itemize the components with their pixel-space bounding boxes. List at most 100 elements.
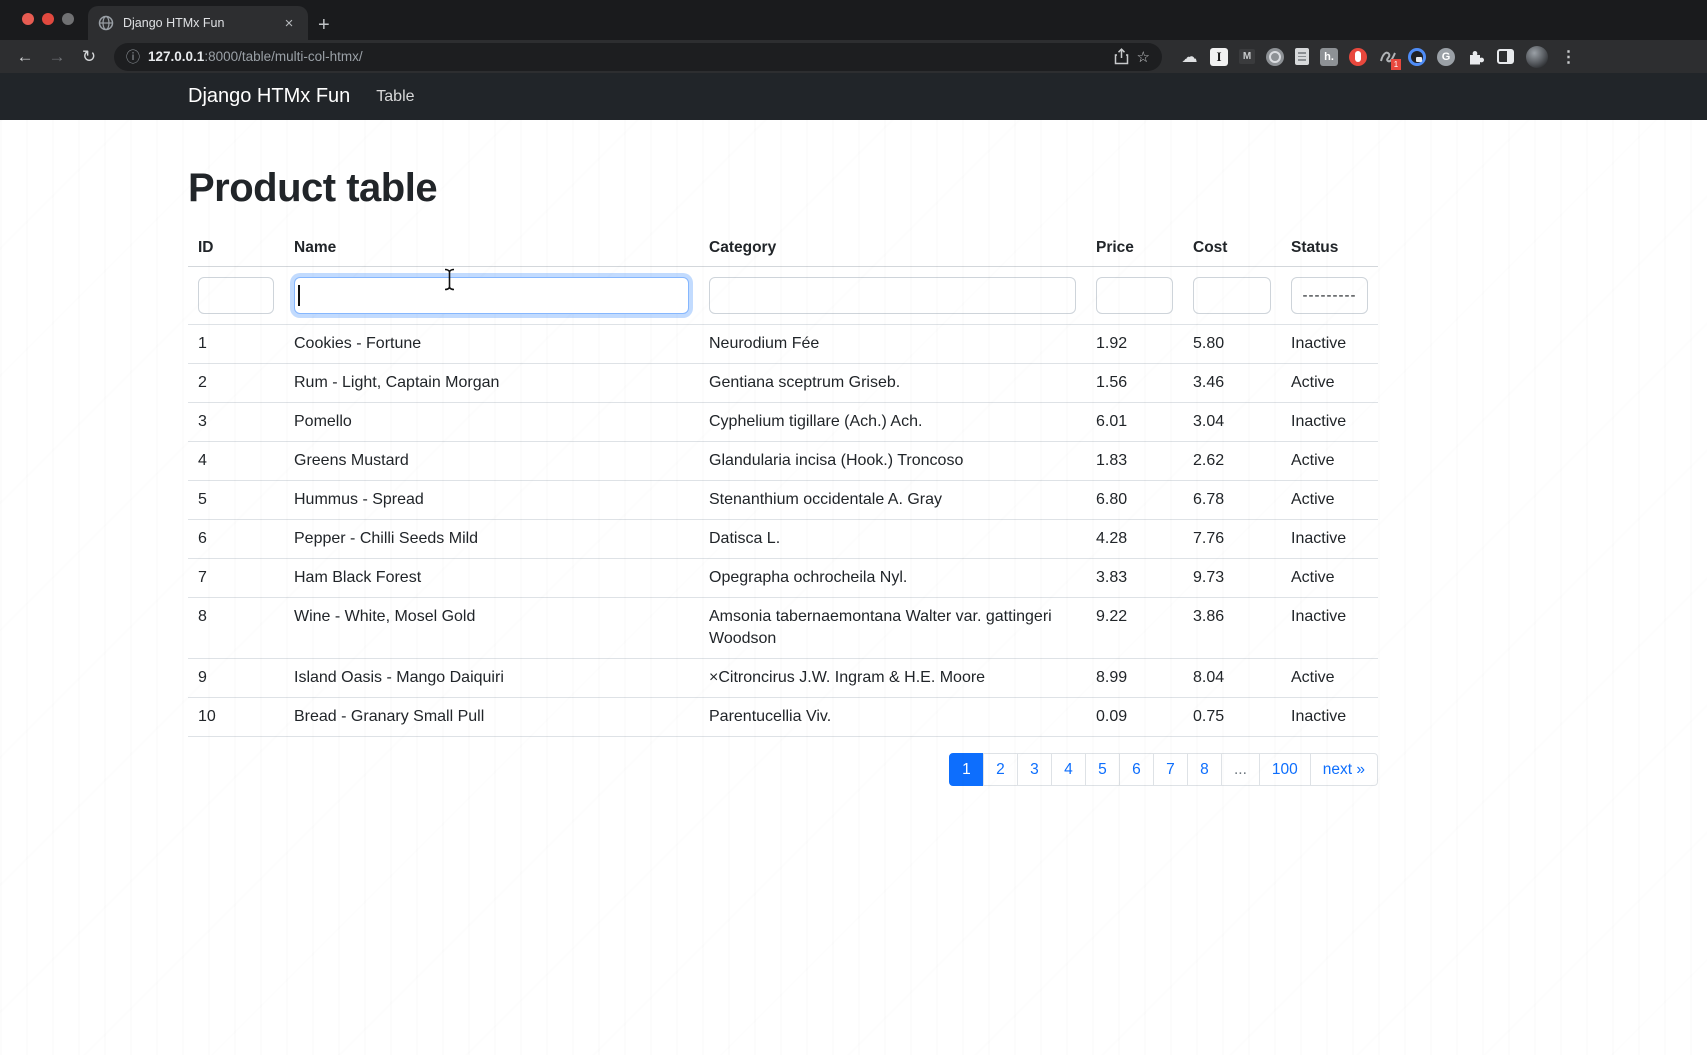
table-row: 4 Greens Mustard Glandularia incisa (Hoo…	[188, 441, 1378, 481]
document-extension-icon[interactable]	[1295, 48, 1309, 65]
table-row: 7 Ham Black Forest Opegrapha ochrocheila…	[188, 558, 1378, 598]
cell-name: Bread - Granary Small Pull	[284, 697, 699, 737]
cell-cost: 0.75	[1183, 697, 1281, 737]
cell-category: Opegrapha ochrocheila Nyl.	[699, 558, 1086, 598]
window-controls[interactable]	[22, 13, 74, 25]
tab-title: Django HTMx Fun	[123, 16, 225, 30]
page-ellipsis: ...	[1220, 753, 1260, 786]
extensions-puzzle-icon[interactable]	[1466, 47, 1485, 66]
window-close-button[interactable]	[22, 13, 34, 25]
column-header-price: Price	[1086, 233, 1183, 267]
cell-id: 8	[188, 597, 284, 659]
cell-category: Neurodium Fée	[699, 324, 1086, 364]
cell-id: 1	[188, 324, 284, 364]
cell-price: 0.09	[1086, 697, 1183, 737]
cell-name: Cookies - Fortune	[284, 324, 699, 364]
name-filter-input[interactable]	[294, 277, 689, 314]
page-button-7[interactable]: 7	[1152, 753, 1188, 786]
cell-price: 1.92	[1086, 324, 1183, 364]
next-page-button[interactable]: next »	[1309, 753, 1378, 786]
browser-menu-icon[interactable]: ⋮	[1559, 47, 1578, 66]
g-extension-icon[interactable]: G	[1437, 47, 1455, 66]
forward-icon[interactable]: →	[44, 47, 70, 67]
cell-cost: 7.76	[1183, 519, 1281, 559]
reload-icon[interactable]: ↻	[76, 47, 102, 67]
cost-filter-input[interactable]	[1193, 277, 1271, 314]
browser-tab[interactable]: Django HTMx Fun ×	[88, 6, 308, 40]
cell-status: Inactive	[1281, 402, 1378, 442]
window-minimize-button[interactable]	[42, 13, 54, 25]
page-button-3[interactable]: 3	[1016, 753, 1052, 786]
page-button-100[interactable]: 100	[1258, 753, 1311, 786]
navbar-link-table[interactable]: Table	[376, 88, 414, 106]
cell-price: 1.83	[1086, 441, 1183, 481]
instapaper-extension-icon[interactable]: I	[1210, 47, 1228, 66]
site-info-icon[interactable]: ⓘ	[126, 47, 140, 67]
cell-name: Hummus - Spread	[284, 480, 699, 520]
page-button-6[interactable]: 6	[1118, 753, 1154, 786]
cell-id: 9	[188, 658, 284, 698]
lock-extension-icon[interactable]	[1408, 47, 1426, 66]
cell-status: Inactive	[1281, 697, 1378, 737]
page-button-4[interactable]: 4	[1050, 753, 1086, 786]
cell-category: Stenanthium occidentale A. Gray	[699, 480, 1086, 520]
page-button-5[interactable]: 5	[1084, 753, 1120, 786]
cell-category: Parentucellia Viv.	[699, 697, 1086, 737]
cell-cost: 9.73	[1183, 558, 1281, 598]
address-bar[interactable]: ⓘ 127.0.0.1:8000/table/multi-col-htmx/ ☆	[114, 42, 1162, 71]
cell-id: 6	[188, 519, 284, 559]
tab-close-icon[interactable]: ×	[280, 15, 298, 32]
cell-cost: 3.86	[1183, 597, 1281, 659]
page-title: Product table	[188, 166, 438, 210]
cell-status: Active	[1281, 558, 1378, 598]
browser-toolbar: ← → ↻ ⓘ 127.0.0.1:8000/table/multi-col-h…	[0, 40, 1707, 73]
cell-cost: 5.80	[1183, 324, 1281, 364]
cell-price: 1.56	[1086, 363, 1183, 403]
mail-extension-icon[interactable]: M	[1239, 49, 1255, 64]
cloud-extension-icon[interactable]: ☁	[1180, 47, 1199, 66]
h-extension-icon[interactable]: h.	[1320, 47, 1338, 66]
page-button-8[interactable]: 8	[1186, 753, 1222, 786]
cell-id: 3	[188, 402, 284, 442]
profile-avatar[interactable]	[1526, 45, 1548, 68]
browser-tab-strip: Django HTMx Fun × +	[0, 0, 1707, 40]
cell-name: Rum - Light, Captain Morgan	[284, 363, 699, 403]
id-filter-input[interactable]	[198, 277, 274, 314]
window-zoom-button[interactable]	[62, 13, 74, 25]
filter-row: ---------	[188, 266, 1378, 325]
category-filter-input[interactable]	[709, 277, 1076, 314]
side-panel-icon[interactable]	[1496, 47, 1515, 66]
cell-name: Pepper - Chilli Seeds Mild	[284, 519, 699, 559]
price-filter-input[interactable]	[1096, 277, 1173, 314]
cell-name: Pomello	[284, 402, 699, 442]
url-text: 127.0.0.1:8000/table/multi-col-htmx/	[148, 49, 1106, 64]
table-row: 2 Rum - Light, Captain Morgan Gentiana s…	[188, 363, 1378, 403]
page-button-1[interactable]: 1	[948, 753, 984, 786]
page-button-2[interactable]: 2	[982, 753, 1018, 786]
cell-price: 9.22	[1086, 597, 1183, 659]
cell-name: Ham Black Forest	[284, 558, 699, 598]
camera-extension-icon[interactable]	[1266, 47, 1284, 66]
status-filter-select[interactable]: ---------	[1291, 277, 1368, 314]
bookmark-star-icon[interactable]: ☆	[1137, 48, 1150, 66]
new-tab-button[interactable]: +	[318, 15, 330, 35]
share-icon[interactable]	[1114, 48, 1129, 65]
cell-status: Active	[1281, 363, 1378, 403]
cell-price: 4.28	[1086, 519, 1183, 559]
cell-category: Datisca L.	[699, 519, 1086, 559]
cell-cost: 6.78	[1183, 480, 1281, 520]
cell-cost: 3.46	[1183, 363, 1281, 403]
table-header-row: ID Name Category Price Cost Status	[188, 233, 1378, 267]
pill-extension-icon[interactable]	[1349, 47, 1367, 66]
cell-category: Glandularia incisa (Hook.) Troncoso	[699, 441, 1086, 481]
navbar-brand[interactable]: Django HTMx Fun	[188, 85, 350, 108]
url-path: :8000/table/multi-col-htmx/	[204, 49, 363, 64]
cell-id: 5	[188, 480, 284, 520]
cell-price: 6.80	[1086, 480, 1183, 520]
back-icon[interactable]: ←	[12, 47, 38, 67]
column-header-id: ID	[188, 233, 284, 267]
cell-name: Wine - White, Mosel Gold	[284, 597, 699, 659]
cell-price: 6.01	[1086, 402, 1183, 442]
scribble-extension-icon[interactable]: 1	[1378, 47, 1401, 70]
page-content: Product table ID Name Category Price Cos…	[188, 166, 1378, 786]
